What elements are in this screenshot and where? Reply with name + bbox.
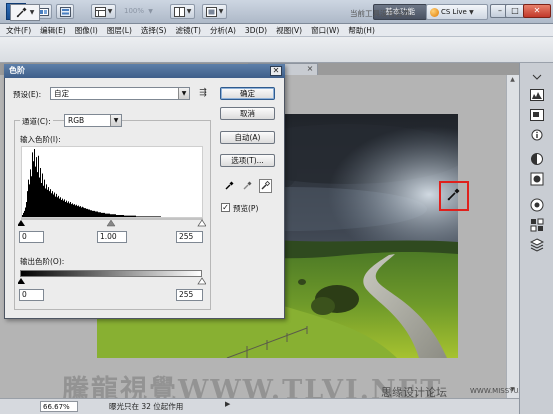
preset-options-icon[interactable]: ⇶ <box>196 87 210 100</box>
preset-dropdown[interactable]: 自定 ▼ <box>50 87 190 100</box>
gray-point-eyedropper[interactable] <box>241 179 254 193</box>
layers-panel-icon[interactable] <box>528 237 546 253</box>
cs-live-button[interactable]: CS Live ▼ <box>426 4 488 20</box>
maximize-button[interactable]: □ <box>505 4 525 18</box>
navigator-panel-icon[interactable] <box>528 107 546 123</box>
black-point-eyedropper[interactable] <box>223 179 236 193</box>
zoom-status-field[interactable]: 66.67% <box>40 401 78 412</box>
dialog-close-button[interactable]: ✕ <box>270 66 282 76</box>
preset-label: 预设(E): <box>13 90 42 99</box>
arrange-icon <box>173 6 185 17</box>
input-levels-label: 输入色阶(I): <box>20 135 61 144</box>
cs-live-icon <box>430 8 439 17</box>
options-button[interactable]: 选项(T)... <box>220 154 275 167</box>
options-bar <box>0 37 553 63</box>
output-black-field[interactable]: 0 <box>19 289 44 301</box>
white-point-eyedropper[interactable] <box>259 179 272 193</box>
histogram-graph <box>22 149 202 217</box>
menu-3d[interactable]: 3D(D) <box>245 26 267 35</box>
dialog-title[interactable]: 色阶 <box>4 64 285 78</box>
output-gradient-bar <box>20 270 202 277</box>
menu-layer[interactable]: 图层(L) <box>107 25 132 36</box>
swatches-panel-icon[interactable] <box>528 217 546 233</box>
zoom-level-value: 100% <box>124 7 145 15</box>
document-tab-close-icon[interactable]: × <box>305 64 315 74</box>
channel-dropdown[interactable]: RGB ▼ <box>64 114 122 127</box>
menu-image[interactable]: 图像(I) <box>75 25 98 36</box>
ok-button[interactable]: 确定 <box>220 87 275 100</box>
histogram-area <box>22 149 202 217</box>
eyedropper-icon <box>16 6 28 20</box>
view-extras-dropdown[interactable]: ▼ <box>91 4 116 19</box>
chevron-down-icon: ▼ <box>148 8 153 15</box>
chevron-down-icon: ▼ <box>218 8 224 15</box>
chevron-down-icon: ▼ <box>107 8 113 15</box>
input-gamma-handle <box>106 219 116 227</box>
options-status-text: 当前工具没有选项。 <box>350 9 418 18</box>
output-black-handle <box>17 278 25 284</box>
menu-edit[interactable]: 编辑(E) <box>40 25 66 36</box>
menu-filter[interactable]: 滤镜(T) <box>176 25 201 36</box>
menu-bar: 文件(F) 编辑(E) 图像(I) 图层(L) 选择(S) 滤镜(T) 分析(A… <box>0 24 553 37</box>
menu-window[interactable]: 窗口(W) <box>311 25 339 36</box>
histogram <box>21 146 203 218</box>
gray-eyedropper-icon <box>242 180 253 193</box>
grid-icon <box>94 6 106 17</box>
cs-live-label: CS Live <box>441 8 467 16</box>
chevron-down-icon: ▼ <box>29 9 35 16</box>
chevron-down-icon: ▼ <box>469 9 474 16</box>
output-levels-label: 输出色阶(O): <box>20 257 65 266</box>
mini-bridge-icon <box>59 6 71 17</box>
chevron-down-icon: ▼ <box>186 8 192 15</box>
preset-value: 自定 <box>54 89 69 98</box>
info-panel-icon[interactable] <box>528 127 546 143</box>
tool-preset-picker[interactable]: ▼ <box>10 4 40 21</box>
arrange-documents-dropdown[interactable]: ▼ <box>170 4 195 19</box>
preview-label: 预览(P) <box>233 204 259 213</box>
menu-file[interactable]: 文件(F) <box>6 25 31 36</box>
input-white-field[interactable]: 255 <box>176 231 203 243</box>
input-gamma-field[interactable]: 1.00 <box>97 231 127 243</box>
output-levels-slider[interactable] <box>17 277 207 285</box>
input-levels-slider[interactable] <box>17 218 207 227</box>
eyedropper-cursor-icon <box>446 186 462 202</box>
panel-dock <box>519 63 553 414</box>
input-black-field[interactable]: 0 <box>19 231 44 243</box>
input-black-handle <box>17 220 25 226</box>
masks-panel-icon[interactable] <box>528 171 546 187</box>
menu-view[interactable]: 视图(V) <box>276 25 302 36</box>
black-eyedropper-icon <box>224 180 235 193</box>
adjustments-panel-icon[interactable] <box>528 151 546 167</box>
status-menu-icon[interactable]: ▶ <box>225 400 235 412</box>
mini-bridge-button[interactable] <box>56 4 74 19</box>
screen-mode-dropdown[interactable]: ▼ <box>202 4 227 19</box>
channel-label: 通道(C): <box>20 116 53 127</box>
auto-button[interactable]: 自动(A) <box>220 131 275 144</box>
zoom-level-dropdown[interactable]: 100% ▼ <box>120 4 160 19</box>
white-eyedropper-icon <box>260 180 271 193</box>
menu-analysis[interactable]: 分析(A) <box>210 25 236 36</box>
menu-select[interactable]: 选择(S) <box>141 25 167 36</box>
screen-mode-icon <box>205 6 217 17</box>
chevron-down-icon: ▼ <box>178 88 189 99</box>
color-panel-icon[interactable] <box>528 197 546 213</box>
histogram-panel-icon[interactable] <box>528 87 546 103</box>
document-info-text: 曝光只在 32 位起作用 <box>109 402 184 411</box>
dock-collapse-icon[interactable] <box>528 69 546 85</box>
vertical-scrollbar[interactable] <box>506 75 519 398</box>
menu-help[interactable]: 帮助(H) <box>348 25 375 36</box>
output-white-field[interactable]: 255 <box>176 289 203 301</box>
input-white-handle <box>197 219 207 227</box>
preview-checkbox[interactable]: ✓ <box>221 203 230 212</box>
channel-value: RGB <box>68 116 85 125</box>
output-white-handle <box>197 277 207 285</box>
chevron-down-icon: ▼ <box>110 115 121 126</box>
scroll-up-icon[interactable]: ▲ <box>507 76 518 86</box>
close-window-button[interactable]: ✕ <box>523 4 551 18</box>
cancel-button[interactable]: 取消 <box>220 107 275 120</box>
